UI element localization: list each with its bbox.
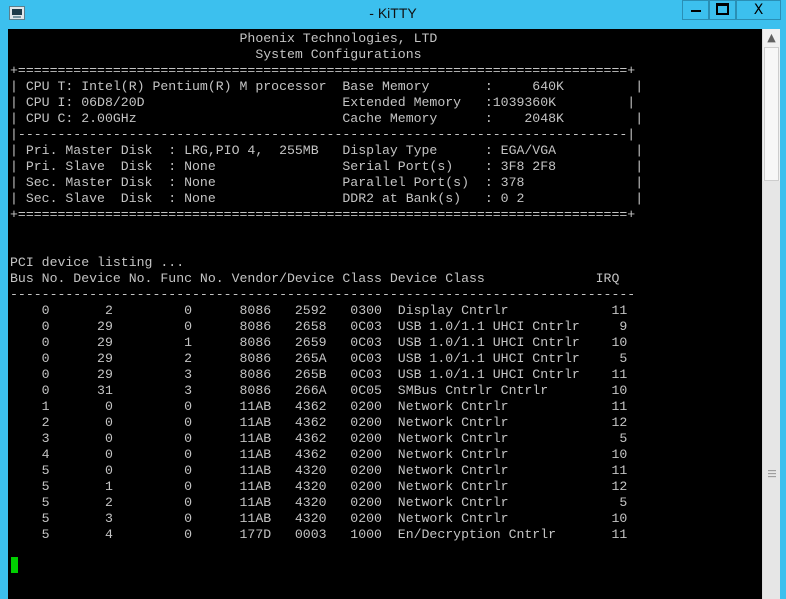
- terminal-line: 4 0 0 11AB 4362 0200 Network Cntrlr 10: [10, 447, 628, 462]
- terminal-line: Phoenix Technologies, LTD: [10, 31, 438, 46]
- terminal-line: | Pri. Master Disk : LRG,PIO 4, 255MB Di…: [10, 143, 644, 158]
- scrollbar-track[interactable]: [763, 181, 780, 599]
- terminal-line: 3 0 0 11AB 4362 0200 Network Cntrlr 5: [10, 431, 628, 446]
- terminal-line: | Pri. Slave Disk : None Serial Port(s) …: [10, 159, 644, 174]
- terminal-line: | Sec. Slave Disk : None DDR2 at Bank(s)…: [10, 191, 644, 206]
- terminal-line: 5 3 0 11AB 4320 0200 Network Cntrlr 10: [10, 511, 628, 526]
- terminal-line: 2 0 0 11AB 4362 0200 Network Cntrlr 12: [10, 415, 628, 430]
- terminal-line: 0 29 1 8086 2659 0C03 USB 1.0/1.1 UHCI C…: [10, 335, 628, 350]
- close-button[interactable]: X: [736, 0, 781, 20]
- terminal-line: ----------------------------------------…: [10, 287, 636, 302]
- terminal-line: 0 31 3 8086 266A 0C05 SMBus Cntrlr Cntrl…: [10, 383, 628, 398]
- vertical-scrollbar[interactable]: ▲ ― ― ―: [762, 29, 780, 599]
- terminal-line: 5 4 0 177D 0003 1000 En/Decryption Cntrl…: [10, 527, 628, 542]
- scrollbar-thumb[interactable]: [764, 47, 779, 181]
- terminal-line: 0 2 0 8086 2592 0300 Display Cntrlr 11: [10, 303, 628, 318]
- terminal-line: +=======================================…: [10, 207, 636, 222]
- close-icon: X: [753, 2, 764, 18]
- chevron-up-icon[interactable]: ▲: [763, 29, 780, 46]
- maximize-icon: [716, 3, 729, 15]
- terminal-line: 5 2 0 11AB 4320 0200 Network Cntrlr 5: [10, 495, 628, 510]
- terminal-line: 1 0 0 11AB 4362 0200 Network Cntrlr 11: [10, 399, 628, 414]
- terminal-screen[interactable]: Phoenix Technologies, LTD System Configu…: [8, 29, 762, 599]
- terminal-line: | CPU I: 06D8/20D Extended Memory :10393…: [10, 95, 636, 110]
- terminal-line: | CPU T: Intel(R) Pentium(R) M processor…: [10, 79, 644, 94]
- minimize-icon: [690, 10, 701, 12]
- title-bar[interactable]: - KiTTY X: [0, 0, 786, 29]
- window-title: - KiTTY: [369, 5, 417, 21]
- terminal-output: Phoenix Technologies, LTD System Configu…: [10, 31, 643, 543]
- terminal-line: 0 29 0 8086 2658 0C03 USB 1.0/1.1 UHCI C…: [10, 319, 628, 334]
- terminal-line: +=======================================…: [10, 63, 636, 78]
- terminal-line: System Configurations: [10, 47, 422, 62]
- terminal-line: Bus No. Device No. Func No. Vendor/Devic…: [10, 271, 620, 286]
- grip-icon: ― ― ―: [768, 466, 776, 481]
- terminal-line: | Sec. Master Disk : None Parallel Port(…: [10, 175, 644, 190]
- terminal-cursor: [11, 557, 18, 573]
- terminal-line: PCI device listing ...: [10, 255, 185, 270]
- terminal-line: 5 1 0 11AB 4320 0200 Network Cntrlr 12: [10, 479, 628, 494]
- terminal-line: |---------------------------------------…: [10, 127, 636, 142]
- maximize-button[interactable]: [709, 0, 736, 20]
- terminal-line: 5 0 0 11AB 4320 0200 Network Cntrlr 11: [10, 463, 628, 478]
- terminal-line: | CPU C: 2.00GHz Cache Memory : 2048K |: [10, 111, 644, 126]
- window-border: [780, 29, 786, 599]
- terminal-line: 0 29 3 8086 265B 0C03 USB 1.0/1.1 UHCI C…: [10, 367, 628, 382]
- terminal-line: 0 29 2 8086 265A 0C03 USB 1.0/1.1 UHCI C…: [10, 351, 628, 366]
- minimize-button[interactable]: [682, 0, 709, 20]
